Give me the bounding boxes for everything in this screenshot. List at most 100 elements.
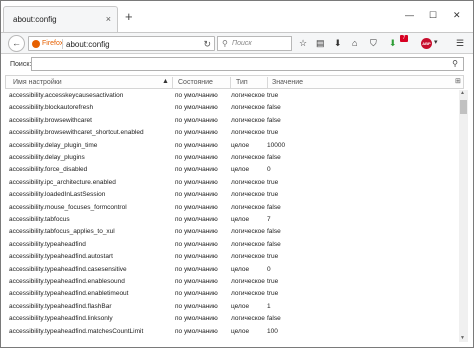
table-row[interactable]: accessibility.typeaheadfind.flashBar по у… bbox=[5, 301, 459, 313]
column-header-name[interactable]: Имя настройки bbox=[13, 79, 62, 86]
tab-close-icon[interactable]: × bbox=[106, 14, 111, 24]
column-header-status[interactable]: Состояние bbox=[178, 79, 213, 86]
table-row[interactable]: accessibility.accesskeycausesactivation п… bbox=[5, 90, 459, 102]
table-row[interactable]: accessibility.blockautorefresh по умолчан… bbox=[5, 102, 459, 114]
pref-value: 7 bbox=[267, 216, 271, 223]
table-row[interactable]: accessibility.loadedInLastSession по умол… bbox=[5, 189, 459, 201]
filter-search-icon[interactable]: ⚲ bbox=[452, 59, 458, 68]
table-row[interactable]: accessibility.typeaheadfind.matchesCount… bbox=[5, 326, 459, 338]
pref-type: логическое bbox=[231, 278, 265, 285]
pref-name: accessibility.delay_plugins bbox=[9, 154, 85, 161]
column-divider[interactable] bbox=[172, 77, 173, 88]
table-row[interactable]: accessibility.typeaheadfind.enablesound п… bbox=[5, 276, 459, 288]
pref-name: accessibility.typeaheadfind.flashBar bbox=[9, 302, 112, 310]
close-window-icon[interactable]: ✕ bbox=[453, 10, 461, 21]
bookmark-star-icon[interactable]: ☆ bbox=[299, 38, 307, 48]
pref-value: 1 bbox=[267, 302, 271, 310]
reading-list-icon[interactable]: ▤ bbox=[316, 38, 325, 48]
extension-download-icon[interactable]: ⬇ bbox=[389, 38, 397, 48]
table-row[interactable]: accessibility.browsewithcaret_shortcut.e… bbox=[5, 127, 459, 139]
download-icon[interactable]: ⬇ bbox=[334, 38, 342, 48]
pref-status: по умолчанию bbox=[175, 129, 218, 137]
adblock-icon[interactable]: ABP bbox=[421, 38, 432, 49]
pref-type: логическое bbox=[231, 240, 265, 248]
pref-status: по умолчанию bbox=[175, 154, 218, 161]
scroll-up-icon[interactable]: ▲ bbox=[460, 90, 465, 96]
pref-type: целое bbox=[231, 265, 250, 273]
pref-status: по умолчанию bbox=[175, 92, 218, 99]
column-header-type[interactable]: Тип bbox=[236, 79, 248, 86]
pref-status: по умолчанию bbox=[175, 302, 218, 310]
filter-input[interactable]: ⚲ bbox=[31, 57, 464, 71]
pref-value: false bbox=[267, 240, 281, 248]
pref-type: целое bbox=[231, 166, 250, 174]
address-bar[interactable]: Firefox about:config ↻ bbox=[28, 36, 215, 51]
reload-icon[interactable]: ↻ bbox=[203, 39, 211, 50]
column-picker-icon[interactable]: ⊞ bbox=[455, 77, 461, 85]
home-icon[interactable]: ⌂ bbox=[352, 38, 357, 48]
pref-type: логическое bbox=[231, 203, 265, 211]
pref-name: accessibility.force_disabled bbox=[9, 166, 88, 174]
pref-status: по умолчанию bbox=[175, 265, 218, 273]
adblock-dropdown-icon[interactable]: ▾ bbox=[434, 38, 438, 48]
browser-window: about:config × + — ☐ ✕ ← Firefox about:c… bbox=[0, 0, 474, 348]
pref-value: true bbox=[267, 278, 279, 285]
title-bar: about:config × + — ☐ ✕ bbox=[1, 1, 473, 32]
new-tab-icon[interactable]: + bbox=[125, 10, 133, 23]
table-row[interactable]: accessibility.ipc_architecture.enabled по… bbox=[5, 177, 459, 189]
pref-name: accessibility.typeaheadfind.autostart bbox=[9, 253, 113, 261]
notification-badge: 7 bbox=[400, 35, 408, 42]
table-row[interactable]: accessibility.tabfocus_applies_to_xul по … bbox=[5, 226, 459, 238]
filter-label: Поиск: bbox=[10, 61, 32, 68]
url-text[interactable]: about:config bbox=[66, 40, 110, 49]
table-row[interactable]: accessibility.typeaheadfind.enabletimeou… bbox=[5, 288, 459, 300]
column-header-value[interactable]: Значение bbox=[272, 79, 303, 86]
table-row[interactable]: accessibility.tabfocus по умолчанию целое 7 bbox=[5, 214, 459, 226]
pref-name: accessibility.loadedInLastSession bbox=[9, 191, 106, 199]
pref-name: accessibility.typeaheadfind.enablesound bbox=[9, 278, 125, 285]
menu-icon[interactable]: ☰ bbox=[456, 38, 464, 48]
pref-status: по умолчанию bbox=[175, 116, 218, 124]
pocket-icon[interactable]: ⛉ bbox=[370, 38, 377, 48]
search-placeholder: Поиск bbox=[232, 40, 252, 47]
pref-name: accessibility.delay_plugin_time bbox=[9, 141, 98, 149]
back-button[interactable]: ← bbox=[8, 35, 25, 52]
pref-type: логическое bbox=[231, 290, 265, 298]
column-divider[interactable] bbox=[230, 77, 231, 88]
maximize-icon[interactable]: ☐ bbox=[429, 10, 437, 21]
scroll-down-icon[interactable]: ▼ bbox=[460, 335, 465, 341]
table-row[interactable]: accessibility.typeaheadfind по умолчанию л… bbox=[5, 239, 459, 251]
minimize-icon[interactable]: — bbox=[405, 10, 414, 20]
preferences-list: accessibility.accesskeycausesactivation п… bbox=[5, 90, 459, 342]
pref-value: true bbox=[267, 191, 279, 199]
tab-about-config[interactable]: about:config × bbox=[3, 6, 118, 32]
table-row[interactable]: accessibility.mouse_focuses_formcontrol п… bbox=[5, 202, 459, 214]
pref-type: логическое bbox=[231, 228, 265, 236]
pref-value: 100 bbox=[267, 327, 278, 335]
table-row[interactable]: accessibility.typeaheadfind.autostart по … bbox=[5, 251, 459, 263]
pref-value: true bbox=[267, 290, 279, 298]
table-row[interactable]: accessibility.delay_plugins по умолчанию л… bbox=[5, 152, 459, 164]
pref-status: по умолчанию bbox=[175, 327, 218, 335]
identity-label[interactable]: Firefox bbox=[42, 40, 63, 47]
vertical-scrollbar[interactable]: ▲ ▼ bbox=[459, 90, 468, 342]
table-row[interactable]: accessibility.force_disabled по умолчанию… bbox=[5, 164, 459, 176]
table-row[interactable]: accessibility.typeaheadfind.linksonly по … bbox=[5, 313, 459, 325]
pref-type: логическое bbox=[231, 129, 265, 137]
column-divider[interactable] bbox=[267, 77, 268, 88]
pref-value: true bbox=[267, 129, 279, 137]
pref-name: accessibility.accesskeycausesactivation bbox=[9, 92, 124, 99]
table-row[interactable]: accessibility.typeaheadfind.casesensitiv… bbox=[5, 264, 459, 276]
table-row[interactable]: accessibility.delay_plugin_time по умолча… bbox=[5, 140, 459, 152]
pref-status: по умолчанию bbox=[175, 253, 218, 261]
pref-name: accessibility.typeaheadfind.linksonly bbox=[9, 315, 113, 323]
pref-value: true bbox=[267, 253, 279, 261]
back-arrow-icon: ← bbox=[12, 38, 21, 48]
scrollbar-thumb[interactable] bbox=[460, 100, 467, 114]
pref-status: по умолчанию bbox=[175, 240, 218, 248]
pref-status: по умолчанию bbox=[175, 141, 218, 149]
pref-name: accessibility.blockautorefresh bbox=[9, 104, 94, 112]
search-bar[interactable]: ⚲ Поиск bbox=[217, 36, 292, 51]
table-row[interactable]: accessibility.browsewithcaret по умолчани… bbox=[5, 115, 459, 127]
navigation-bar: ← Firefox about:config ↻ ⚲ Поиск ☆ ▤ ⬇ ⌂… bbox=[1, 32, 473, 54]
